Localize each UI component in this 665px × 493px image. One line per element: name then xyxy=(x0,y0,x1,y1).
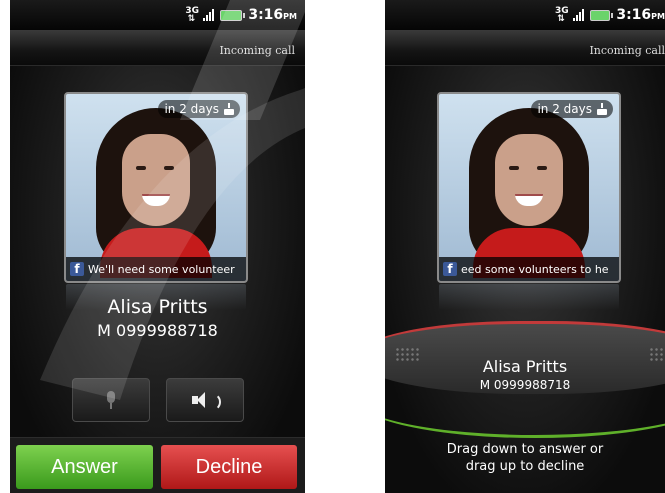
call-header: Incoming call xyxy=(10,30,305,66)
call-action-bar: Answer Decline xyxy=(10,437,305,493)
speaker-button[interactable] xyxy=(166,378,244,422)
battery-icon xyxy=(590,9,614,21)
data-network-icon: 3G ⇅ xyxy=(555,6,569,24)
microphone-icon xyxy=(105,391,117,409)
status-bar: 3G ⇅ 3:16PM xyxy=(385,0,665,30)
lock-hint-line: Drag down to answer or xyxy=(446,442,604,457)
birthday-cake-icon xyxy=(597,103,607,115)
contact-portrait xyxy=(66,94,246,281)
answer-button[interactable]: Answer xyxy=(16,445,153,489)
facebook-status-text: eed some volunteers to he xyxy=(461,262,609,276)
incoming-call-screen-lock: 3G ⇅ 3:16PM Incoming call in 2 days f eed… xyxy=(385,0,665,493)
contact-photo: in 2 days f We'll need some volunteer xyxy=(64,92,248,283)
signal-icon xyxy=(573,9,584,21)
lock-hint: Drag down to answer or drag up to declin… xyxy=(385,441,665,475)
lock-hint-line: drag up to decline xyxy=(465,459,585,474)
data-network-icon: 3G ⇅ xyxy=(185,6,199,24)
facebook-status: f eed some volunteers to he xyxy=(439,257,619,281)
call-header: Incoming call xyxy=(385,30,665,66)
incoming-call-label: Incoming call xyxy=(589,44,665,57)
birthday-cake-icon xyxy=(224,103,234,115)
caller-number: M 0999988718 xyxy=(479,378,571,392)
contact-portrait xyxy=(439,94,619,281)
mute-button[interactable] xyxy=(72,378,150,422)
contact-photo: in 2 days f eed some volunteers to he xyxy=(437,92,621,283)
call-content: in 2 days f eed some volunteers to he Al… xyxy=(385,66,665,493)
caller-name: Alisa Pritts xyxy=(482,357,568,376)
decline-button[interactable]: Decline xyxy=(161,445,297,489)
speaker-icon xyxy=(192,391,221,411)
facebook-status: f We'll need some volunteer xyxy=(66,257,246,281)
birthday-badge: in 2 days xyxy=(531,100,613,118)
facebook-icon: f xyxy=(70,262,84,276)
caller-number: M 0999988718 xyxy=(97,321,218,340)
clock: 3:16PM xyxy=(248,7,297,23)
signal-icon xyxy=(203,9,215,21)
photo-reflection xyxy=(439,284,619,310)
facebook-icon: f xyxy=(443,262,457,276)
call-content: in 2 days f We'll need some volunteer Al… xyxy=(10,66,305,493)
incoming-call-screen-buttons: 3G ⇅ 3:16PM Incoming call in 2 days f We'… xyxy=(10,0,305,493)
incoming-call-label: Incoming call xyxy=(219,44,295,57)
lock-ring[interactable] xyxy=(385,321,665,438)
clock: 3:16PM xyxy=(616,7,665,23)
facebook-status-text: We'll need some volunteer xyxy=(88,262,235,276)
caller-name: Alisa Pritts xyxy=(107,296,208,318)
birthday-badge: in 2 days xyxy=(158,100,240,118)
battery-icon xyxy=(220,9,246,21)
status-bar: 3G ⇅ 3:16PM xyxy=(10,0,305,30)
